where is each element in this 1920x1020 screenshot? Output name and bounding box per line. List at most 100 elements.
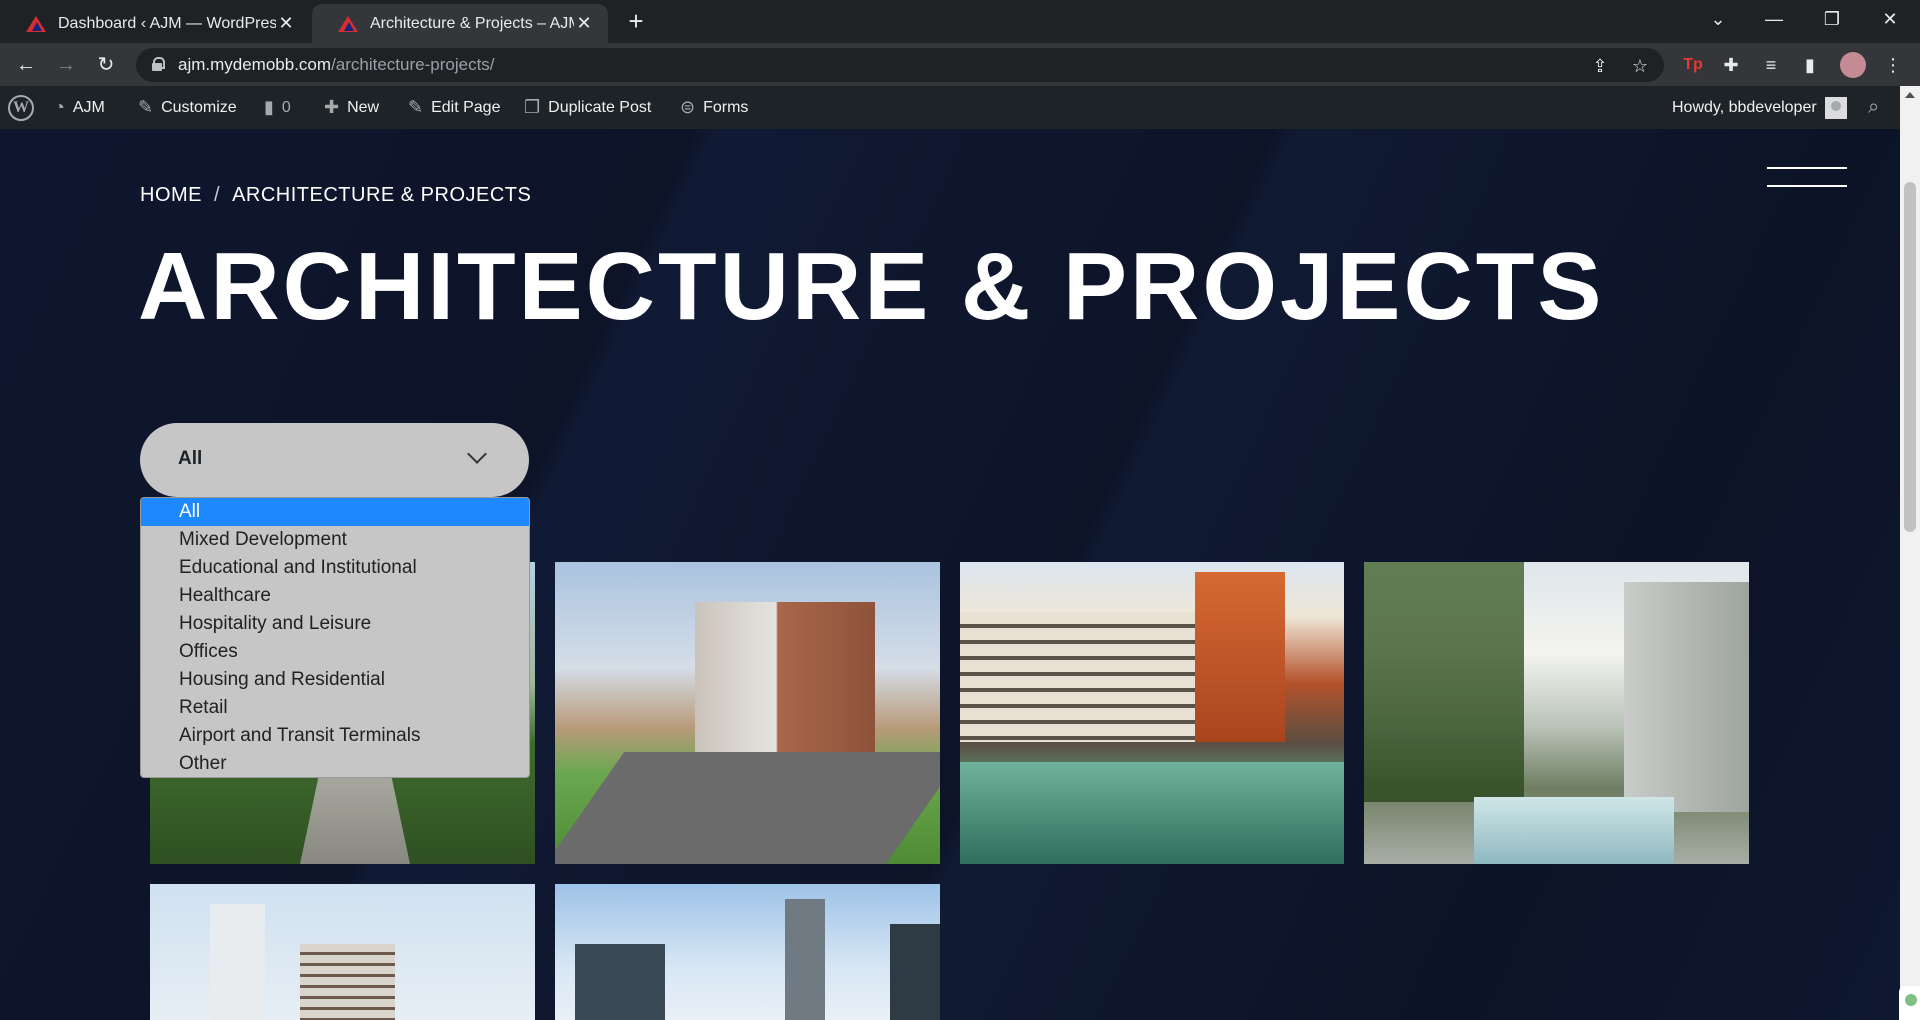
tower-shape (890, 924, 940, 1020)
new-tab-button[interactable]: + (620, 6, 652, 38)
reload-icon[interactable]: ↻ (90, 49, 122, 81)
edit-page-label: Edit Page (431, 98, 501, 116)
project-image[interactable] (555, 562, 940, 864)
building-shape (695, 602, 875, 762)
page-content: HOME / ARCHITECTURE & PROJECTS ARCHITECTUR… (0, 129, 1900, 1020)
ajm-favicon-icon (26, 15, 46, 32)
customize-label: Customize (161, 98, 237, 116)
option-other[interactable]: Other (141, 750, 529, 777)
user-avatar-icon (1824, 96, 1847, 119)
selected-category: All (178, 448, 203, 469)
breadcrumb-separator: / (214, 184, 221, 206)
breadcrumb-current: ARCHITECTURE & PROJECTS (232, 184, 532, 206)
tab-dashboard[interactable]: Dashboard ‹ AJM — WordPress ✕ (0, 4, 310, 43)
comments-count: 0 (281, 98, 291, 116)
chat-widget-icon[interactable] (1899, 986, 1920, 1020)
url-host: ajm.mydemobb.com (178, 55, 332, 74)
building-shape (1624, 582, 1749, 812)
project-image[interactable] (150, 884, 535, 1020)
hamburger-line (1767, 185, 1847, 187)
side-panel-icon[interactable]: ▮ (1797, 52, 1823, 78)
project-image[interactable] (555, 884, 940, 1020)
page-title: ARCHITECTURE & PROJECTS (138, 233, 1605, 340)
duplicate-icon: ❐ (524, 97, 541, 117)
minimize-button[interactable]: — (1750, 0, 1798, 38)
extensions-puzzle-icon[interactable]: ✚ (1718, 52, 1744, 78)
forms-label: Forms (703, 98, 749, 116)
site-name-link[interactable]: ◔ AJM (54, 86, 105, 129)
maximize-button[interactable]: ❐ (1808, 0, 1856, 38)
tower-shape (210, 904, 265, 1020)
comment-bubble-icon: ▮ (264, 97, 274, 117)
road-shape (555, 752, 940, 864)
option-hospitality-leisure[interactable]: Hospitality and Leisure (141, 610, 529, 638)
howdy-label: Howdy, bbdeveloper (1672, 98, 1817, 116)
search-icon[interactable]: ⌕ (1868, 86, 1879, 129)
tab-architecture-projects[interactable]: Architecture & Projects – AJM ✕ (312, 4, 608, 43)
chevron-down-icon (467, 444, 487, 464)
duplicate-post-link[interactable]: ❐ Duplicate Post (524, 86, 651, 129)
account-menu[interactable]: Howdy, bbdeveloper (1672, 86, 1847, 129)
tower-shape (300, 944, 395, 1020)
dashboard-gauge-icon: ◔ (54, 97, 65, 117)
browser-tabstrip: Dashboard ‹ AJM — WordPress ✕ Architectu… (0, 0, 1920, 43)
site-name-label: AJM (72, 98, 105, 116)
new-content-link[interactable]: ✚ New (324, 86, 379, 129)
tower-shape (1195, 572, 1285, 742)
breadcrumb: HOME / ARCHITECTURE & PROJECTS (140, 184, 531, 207)
option-healthcare[interactable]: Healthcare (141, 582, 529, 610)
hamburger-line (1767, 167, 1847, 169)
tower-shape (575, 944, 665, 1020)
option-airport-transit[interactable]: Airport and Transit Terminals (141, 722, 529, 750)
close-tab-icon[interactable]: ✕ (574, 13, 594, 34)
scrollbar-thumb[interactable] (1904, 182, 1916, 532)
page-scrollbar[interactable] (1900, 86, 1920, 1020)
forward-arrow-icon[interactable]: → (50, 49, 82, 81)
category-filter-select[interactable]: All (140, 423, 529, 497)
ajm-favicon-icon (338, 15, 358, 32)
lock-icon (152, 57, 165, 71)
tab-search-icon[interactable]: ⌄ (1694, 0, 1742, 38)
option-offices[interactable]: Offices (141, 638, 529, 666)
tab-title: Architecture & Projects – AJM (370, 14, 574, 32)
close-tab-icon[interactable]: ✕ (276, 13, 296, 34)
back-arrow-icon[interactable]: ← (10, 49, 42, 81)
forms-link[interactable]: ⊜ Forms (680, 86, 748, 129)
option-retail[interactable]: Retail (141, 694, 529, 722)
building-shape (960, 612, 1195, 742)
url-text: ajm.mydemobb.com/architecture-projects/ (178, 55, 495, 75)
bookmark-star-icon[interactable]: ☆ (1628, 54, 1652, 78)
hamburger-menu-icon[interactable] (1767, 167, 1847, 189)
category-options-list: All Mixed Development Educational and In… (140, 497, 530, 778)
wp-logo-icon[interactable]: W (8, 86, 34, 129)
tower-shape (785, 899, 825, 1020)
tp-extension-icon[interactable]: Tp (1680, 52, 1706, 78)
option-all[interactable]: All (141, 498, 529, 526)
duplicate-post-label: Duplicate Post (548, 98, 652, 116)
option-housing-residential[interactable]: Housing and Residential (141, 666, 529, 694)
chrome-menu-icon[interactable]: ⋮ (1880, 52, 1906, 78)
address-bar[interactable]: ajm.mydemobb.com/architecture-projects/ … (136, 48, 1664, 82)
url-path: /architecture-projects/ (331, 55, 495, 74)
scroll-up-arrow-icon[interactable] (1905, 92, 1915, 98)
option-educational-institutional[interactable]: Educational and Institutional (141, 554, 529, 582)
project-image[interactable] (1364, 562, 1749, 864)
breadcrumb-home-link[interactable]: HOME (140, 184, 202, 206)
browser-toolbar: ← → ↻ ajm.mydemobb.com/architecture-proj… (0, 43, 1920, 86)
project-image[interactable] (960, 562, 1344, 864)
plus-icon: ✚ (324, 97, 340, 117)
media-queue-icon[interactable]: ≡ (1758, 52, 1784, 78)
paintbrush-icon: ✎ (138, 97, 154, 117)
comments-link[interactable]: ▮ 0 (264, 86, 291, 129)
water-shape (1474, 797, 1674, 864)
option-mixed-development[interactable]: Mixed Development (141, 526, 529, 554)
trees-shape (1364, 562, 1524, 802)
wp-admin-bar: W ◔ AJM ✎ Customize ▮ 0 ✚ New ✎ Edit Pag… (0, 86, 1900, 129)
customize-link[interactable]: ✎ Customize (138, 86, 237, 129)
edit-page-link[interactable]: ✎ Edit Page (408, 86, 500, 129)
tab-title: Dashboard ‹ AJM — WordPress (58, 14, 276, 32)
profile-avatar[interactable] (1840, 52, 1866, 78)
close-window-button[interactable]: ✕ (1866, 0, 1914, 38)
share-icon[interactable]: ⇪ (1588, 54, 1612, 78)
forms-icon: ⊜ (680, 97, 696, 117)
